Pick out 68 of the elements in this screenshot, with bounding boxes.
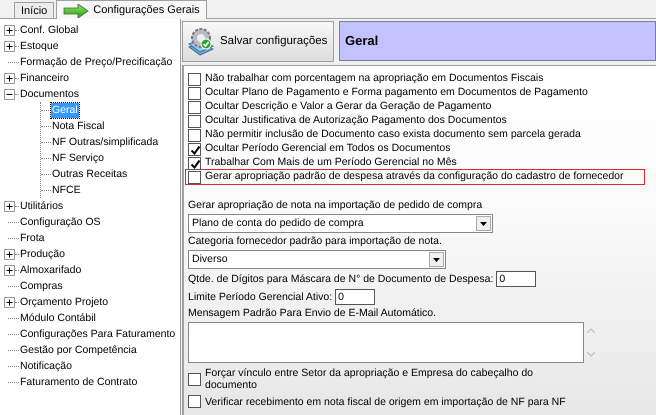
checkbox[interactable] (188, 156, 201, 170)
number-field[interactable]: 0 (335, 289, 376, 305)
tree-item[interactable]: Configurações Para Faturamento (19, 326, 176, 342)
tree-item[interactable]: Gestão por Competência (19, 342, 138, 358)
tree-item[interactable]: Formação de Preço/Precificação (19, 54, 174, 70)
checkbox[interactable] (188, 86, 201, 100)
arrow-icon (63, 4, 90, 18)
expand-icon[interactable] (4, 72, 15, 84)
expand-icon[interactable] (4, 296, 15, 308)
tree-item[interactable]: Notificação (19, 358, 73, 374)
checkbox[interactable] (188, 128, 201, 142)
checkbox-label[interactable]: Trabalhar Com Mais de um Período Gerencial no Mês (205, 155, 457, 171)
checkbox-label[interactable]: Ocultar Justificativa de Autorização Pagamento dos Documentos (205, 113, 507, 129)
section-title: Geral (339, 21, 656, 61)
checkbox[interactable] (188, 372, 201, 386)
checkbox-label[interactable]: Ocultar Descrição e Valor a Gerar da Geração de Pagamento (205, 99, 492, 115)
tree-item[interactable]: Utilitários (19, 198, 64, 214)
tree-item[interactable]: Módulo Contábil (19, 310, 97, 326)
checkbox[interactable] (188, 170, 201, 184)
dropdown-arrow-icon (480, 222, 487, 226)
dropdown-arrow-icon (433, 258, 440, 262)
tree-item[interactable]: Financeiro (19, 70, 70, 86)
number-field[interactable]: 0 (496, 271, 536, 287)
checkbox-label[interactable]: Forçar vínculo entre Setor da apropriação e Empresa do cabeçalho do documento (205, 367, 558, 391)
tab[interactable]: Configurações Gerais (56, 0, 207, 19)
checkbox-label[interactable]: Não permitir inclusão de Documento caso exista documento sem parcela gerada (205, 127, 581, 143)
checkbox[interactable] (188, 100, 201, 114)
checkbox-label[interactable]: Verificar recebimento em nota fiscal de origem em importação de NF para NF (205, 396, 566, 408)
checkbox-label[interactable]: Ocultar Período Gerencial em Todos os Documentos (205, 141, 451, 157)
tree-item[interactable]: Conf. Global (19, 22, 80, 38)
save-button[interactable]: Salvar configurações (182, 21, 334, 62)
checkbox-label[interactable]: Gerar apropriação padrão de despesa através da configuração do cadastro de fornecedor (205, 169, 624, 185)
field-label: Qtde. de Dígitos para Máscara de N° de Documento de Despesa: (188, 272, 494, 286)
tree-item[interactable]: Orçamento Projeto (19, 294, 110, 310)
dropdown[interactable]: Diverso (188, 250, 446, 269)
expand-icon[interactable] (4, 264, 15, 276)
tree-item[interactable]: NF Serviço (51, 150, 105, 166)
collapse-icon[interactable] (4, 88, 15, 100)
tree-item[interactable]: Nota Fiscal (51, 118, 106, 134)
tree-item[interactable]: Documentos (19, 86, 80, 102)
checkbox[interactable] (188, 395, 201, 408)
message-field[interactable] (188, 322, 584, 363)
checkbox-label[interactable]: Não trabalhar com porcentagem na apropriação em Documentos Fiscais (205, 71, 544, 87)
tree-item[interactable]: Estoque (19, 38, 60, 54)
tree-item[interactable]: Outras Receitas (51, 166, 128, 182)
expand-icon[interactable] (4, 248, 15, 260)
tree-item[interactable]: Compras (19, 278, 64, 294)
field-label: Categoria fornecedor padrão para importação de nota. (188, 235, 443, 248)
field-label: Mensagem Padrão Para Envio de E-Mail Automático. (188, 307, 438, 320)
tree-item[interactable]: NF Outras/simplificada (51, 134, 160, 150)
field-label: Gerar apropriação de nota na importação de pedido de compra (188, 199, 484, 212)
gear-check-icon (186, 26, 216, 56)
tab[interactable]: Início (14, 2, 54, 18)
tree-item[interactable]: Produção (19, 246, 66, 262)
expand-icon[interactable] (4, 40, 15, 52)
dropdown[interactable]: Plano de conta do pedido de compra (188, 214, 493, 233)
field-label: Limite Período Gerencial Ativo: (188, 290, 332, 304)
checkbox[interactable] (188, 142, 201, 156)
expand-icon[interactable] (4, 24, 15, 36)
checkbox[interactable] (188, 114, 201, 128)
tree-item[interactable]: Frota (19, 230, 46, 246)
checkbox[interactable] (188, 72, 201, 86)
checkbox-label[interactable]: Ocultar Plano de Pagamento e Forma pagamento em Documentos de Pagamento (205, 85, 588, 101)
tree-item[interactable]: Configuração OS (19, 214, 102, 230)
tree-item[interactable]: Almoxarifado (19, 262, 82, 278)
tree-item[interactable]: NFCE (51, 182, 82, 198)
expand-icon[interactable] (4, 200, 15, 212)
tree-item[interactable]: Faturamento de Contrato (19, 374, 138, 390)
